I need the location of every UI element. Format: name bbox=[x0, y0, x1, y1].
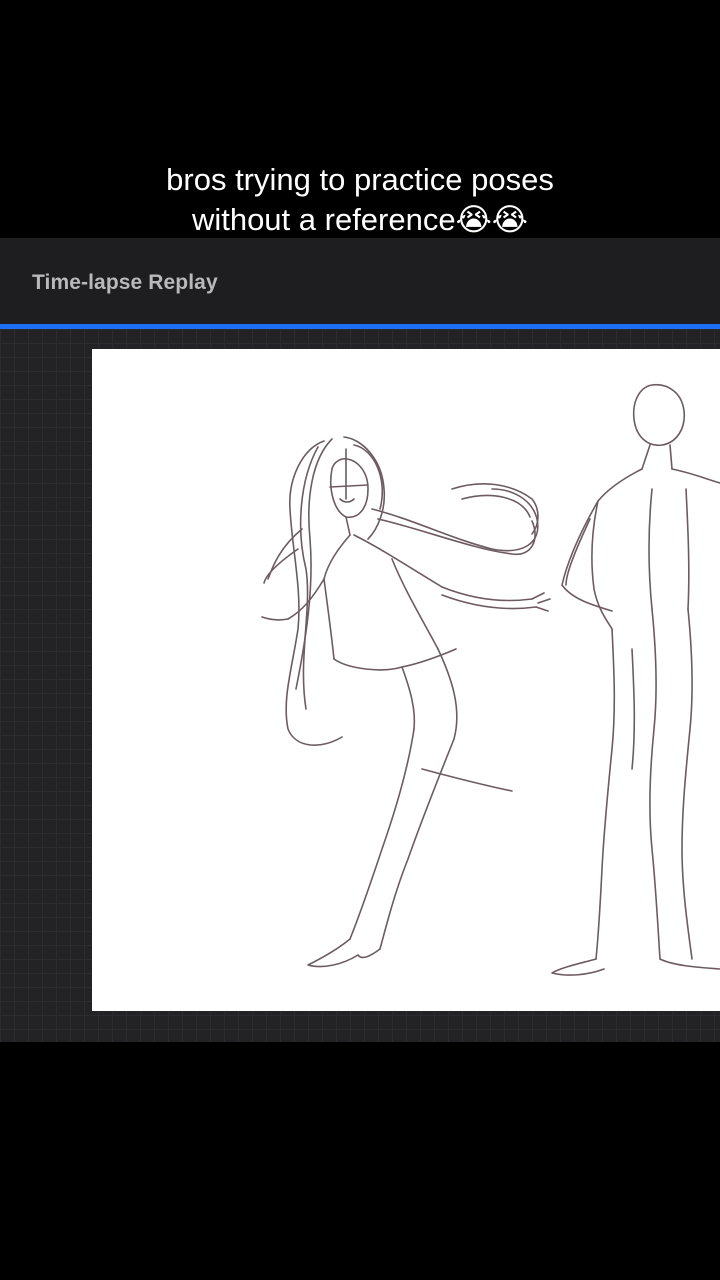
caption-overlay: bros trying to practice poses without a … bbox=[166, 162, 554, 237]
timelapse-title: Time-lapse Replay bbox=[32, 271, 218, 294]
video-frame: bros trying to practice poses without a … bbox=[0, 0, 720, 1280]
drawing-canvas bbox=[92, 349, 720, 1011]
top-bar: Time-lapse Replay bbox=[0, 238, 720, 324]
canvas-workspace bbox=[0, 329, 720, 1042]
sketch-drawing bbox=[261, 384, 720, 976]
timelapse-app: Time-lapse Replay bbox=[0, 238, 720, 1042]
